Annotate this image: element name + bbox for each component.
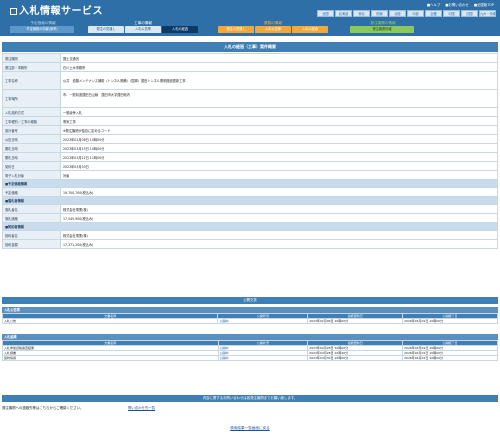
result-docs-table: 文書名称 公開状況 最終更新日 公開終了日 入札参加資格審査結果 公開中 202…	[2, 340, 498, 361]
table-row: 工事種別／工事の種類 電気工事	[2, 116, 498, 126]
tab-work-bid-progress[interactable]: 入札の経過	[162, 26, 198, 33]
table-row: 契約金額 17,371,200(税込み)	[2, 239, 498, 249]
table-row: 契約日 2023年03月30日	[2, 161, 498, 171]
pref-tab[interactable]: 中部	[407, 10, 424, 17]
tab-service-bid-progress[interactable]: 入札の経過	[292, 26, 328, 33]
table-row: 落札者名 株式会社電業(株)	[2, 204, 498, 214]
table-row: 発注機関 国土交通省	[2, 53, 498, 63]
tab-service-outlook[interactable]: 発注の見通し	[218, 26, 254, 33]
site-title[interactable]: 入札情報サービス	[10, 2, 103, 17]
tab-work-notices[interactable]: 入札公告等	[125, 26, 161, 33]
prefecture-nav: 全国 北海道 東北 関東 北陸 中部 近畿 中国 四国 九州・沖縄	[317, 10, 496, 17]
site-header: 入札情報サービス ■ヘルプ ■お問い合わせ ■全国版TOP 全国 北海道 東北 …	[0, 0, 500, 20]
document-link[interactable]: 公開中	[219, 320, 228, 323]
table-row: 契約者名 株式会社電業(株)	[2, 230, 498, 240]
contact-heading: 内容に関するお問い合わせは各発注機関までお願い致します。	[2, 395, 498, 402]
back-row: 検索結果一覧画面に戻る	[0, 426, 500, 431]
service-info-group: 業務の情報 発注の見通し 入札公告等 入札の経過	[218, 21, 328, 35]
document-link[interactable]: 公開中	[220, 357, 229, 360]
pref-tab[interactable]: 北陸	[389, 10, 406, 17]
document-link[interactable]: 公開中	[220, 347, 229, 350]
pref-tab[interactable]: 中国	[443, 10, 460, 17]
tab-service-notices[interactable]: 入札公告等	[255, 26, 291, 33]
table-row: 公告日時 2023年02月06日 10時00分	[2, 134, 498, 144]
detail-table: 発注機関 国土交通省 発注部・事務所 石川土木事務所 工事名称 公共 道路メンテナンス…	[2, 53, 498, 249]
detail-heading: 入札の経過（工事）案件概要	[2, 42, 498, 52]
table-row: 落札価格 17,545,900(税込み)	[2, 213, 498, 223]
pref-tab[interactable]: 北海道	[335, 10, 352, 17]
document-link[interactable]: 公開中	[220, 352, 229, 355]
table-row: 入札契約方式 一般競争入札	[2, 107, 498, 117]
table-row: 開札日時 2023年03月22日 11時00分	[2, 152, 498, 162]
documents-heading: 公開文書	[2, 297, 498, 304]
pref-tab[interactable]: 東北	[353, 10, 370, 17]
price-info-group: 予定価格の情報 予定価格の情報(参考)	[10, 21, 76, 35]
pref-tab[interactable]: 関東	[371, 10, 388, 17]
table-row: 電子入札対象 対象	[2, 170, 498, 180]
back-to-results-link[interactable]: 検索結果一覧画面に戻る	[230, 426, 270, 430]
logo-icon	[10, 7, 17, 15]
pref-tab[interactable]: 九州・沖縄	[479, 10, 496, 17]
tab-price-info[interactable]: 予定価格の情報(参考)	[10, 26, 74, 33]
category-nav: 予定価格の情報 予定価格の情報(参考) 工事の情報 発注の見通し 入札公告等 入…	[0, 20, 500, 36]
pref-tab[interactable]: 全国	[317, 10, 334, 17]
table-row: 予定価格 19,700,700(税込み)	[2, 187, 498, 197]
table-row: 発注部・事務所 石川土木事務所	[2, 62, 498, 72]
contact-text: 発注機関への連絡先等はこちらからご確認ください。	[2, 406, 84, 410]
table-row: 工事名称 公共 道路メンテナンス補助（トンネル照備）（国庫）蓮田トンネル照明施設更…	[2, 71, 498, 90]
table-row: 契約情報 公開中 2023年03月30日 10時00分 2026年04月01日 …	[2, 355, 498, 361]
table-row: 設計番号 ※発注機関が独自に定めるコード	[2, 125, 498, 135]
work-info-group: 工事の情報 発注の見通し 入札公告等 入札の経過	[88, 21, 198, 35]
table-row: 工事場所 市：一般県道蓮田白山線 蓮田市大字蓮田地内	[2, 89, 498, 108]
section-subheader: ■落札者情報	[2, 196, 498, 205]
table-row: 入札公告 公開中 2023年02月06日 10時00分 2026年04月01日 …	[1, 318, 498, 324]
pref-tab[interactable]: 四国	[461, 10, 478, 17]
help-link[interactable]: ■ヘルプ	[427, 2, 440, 7]
pref-tab[interactable]: 近畿	[425, 10, 442, 17]
top-link[interactable]: ■全国版TOP	[474, 2, 494, 7]
agency-info-group: 発注機関の情報 発注機関情報	[350, 21, 416, 35]
section-subheader: ■予定価格情報	[2, 179, 498, 188]
contact-list-link[interactable]: 問い合わせ先一覧	[128, 405, 155, 410]
section-subheader: ■契約者情報	[2, 222, 498, 231]
tab-work-outlook[interactable]: 発注の見通し	[88, 26, 124, 33]
tab-agency-info[interactable]: 発注機関情報	[350, 26, 414, 33]
contact-link[interactable]: ■お問い合わせ	[445, 2, 469, 7]
header-links: ■ヘルプ ■お問い合わせ ■全国版TOP	[427, 2, 494, 7]
table-row: 開札日時 2023年03月15日 10時00分	[2, 143, 498, 153]
notice-docs-table: 文書名称 公開状況 最終更新日 公開終了日 入札公告 公開中 2023年02月0…	[1, 313, 498, 324]
